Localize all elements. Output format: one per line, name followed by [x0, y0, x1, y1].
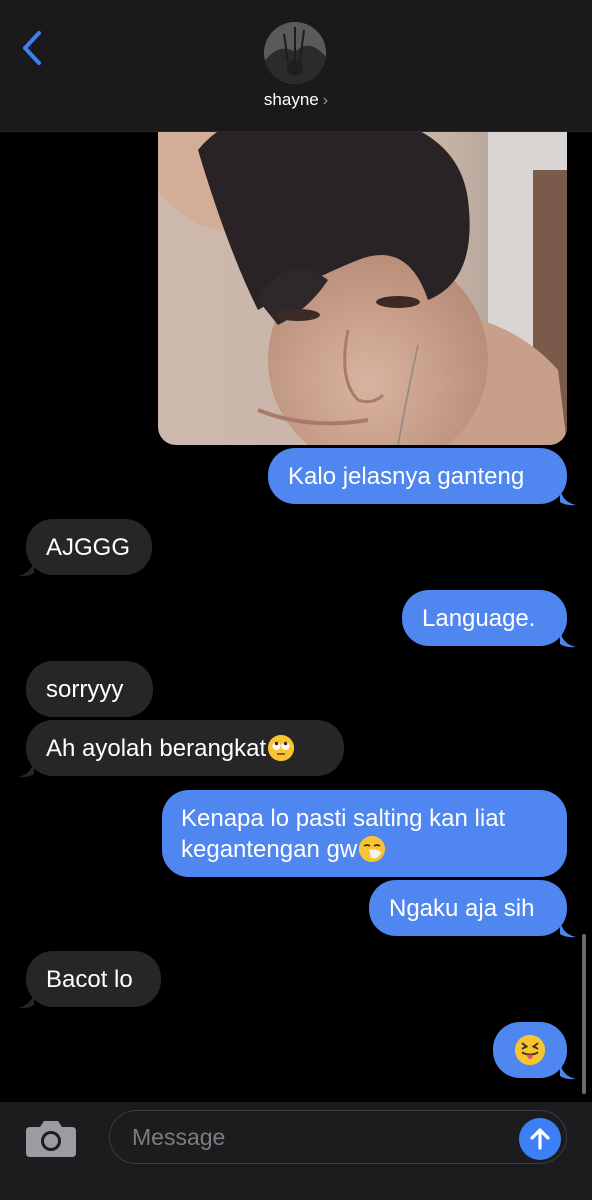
back-button[interactable] [14, 26, 50, 70]
message-text: Kalo jelasnya ganteng [288, 462, 525, 490]
message-bubble-outgoing[interactable]: Kenapa lo pasti salting kan liat kegante… [162, 790, 567, 877]
message-field[interactable] [109, 1110, 567, 1164]
message-bubble-incoming[interactable]: Bacot lo [26, 951, 161, 1007]
conversation-header: shayne › [0, 0, 592, 132]
shared-photo[interactable] [158, 110, 567, 445]
message-text: Bacot lo [46, 965, 133, 993]
bubble-tail [18, 991, 34, 1009]
scrollbar[interactable] [582, 934, 586, 1094]
bubble-tail [560, 1062, 576, 1080]
bubble-tail [560, 920, 576, 938]
message-input[interactable] [130, 1111, 514, 1164]
bubble-tail [18, 559, 34, 577]
contact-name-button[interactable]: shayne › [0, 90, 592, 110]
message-bubble-outgoing[interactable]: Ngaku aja sih [369, 880, 567, 936]
message-text: Ngaku aja sih [389, 894, 535, 922]
bubble-tail [18, 760, 34, 778]
tongue-out-emoji-icon [515, 1035, 545, 1065]
message-text: AJGGG [46, 533, 131, 561]
rolling-eyes-emoji-icon [268, 735, 295, 761]
chevron-right-icon: › [322, 92, 329, 109]
message-bubble-outgoing[interactable]: Language. [402, 590, 567, 646]
message-text: Ah ayolah berangkat [46, 734, 267, 762]
message-text-line-1: Kenapa lo pasti salting kan liat [181, 804, 506, 832]
message-text-line-2: kegantengan gw [181, 835, 358, 863]
camera-button[interactable] [24, 1117, 78, 1159]
message-bubble-outgoing[interactable] [493, 1022, 567, 1078]
sneezing-face-emoji-icon [359, 836, 386, 862]
message-bubble-incoming[interactable]: AJGGG [26, 519, 152, 575]
bubble-tail [560, 630, 576, 648]
message-bubble-incoming[interactable]: Ah ayolah berangkat [26, 720, 344, 776]
message-text: sorryyy [46, 675, 124, 703]
camera-icon [26, 1121, 76, 1157]
bubble-tail [560, 488, 576, 506]
back-chevron-icon [23, 31, 41, 65]
contact-name: shayne [263, 90, 319, 109]
contact-avatar[interactable] [264, 22, 326, 84]
send-arrow-icon [530, 1128, 550, 1150]
message-bubble-incoming[interactable]: sorryyy [26, 661, 153, 717]
message-text: Language. [422, 604, 536, 632]
message-bubble-outgoing[interactable]: Kalo jelasnya ganteng [268, 448, 567, 504]
send-button[interactable] [519, 1118, 561, 1160]
